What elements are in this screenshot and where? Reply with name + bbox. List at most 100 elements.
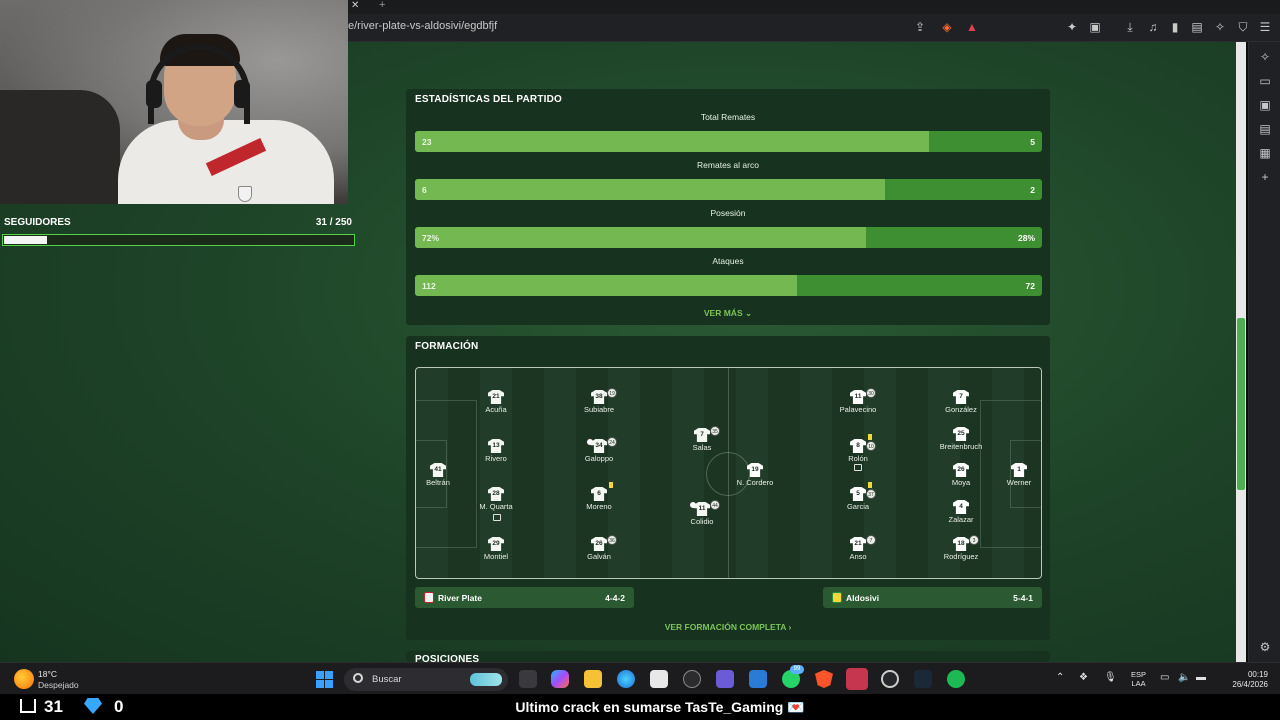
player-montiel[interactable]: 29 Montiel xyxy=(461,532,531,561)
player-moreno[interactable]: 6 Moreno xyxy=(564,482,634,511)
download-icon[interactable]: ⤓ xyxy=(1123,20,1137,34)
address-bar[interactable]: e/river-plate-vs-aldosivi/egdbfjf xyxy=(348,20,497,32)
chatgpt-icon[interactable] xyxy=(881,670,899,688)
positions-card: POSICIONES xyxy=(406,651,1050,662)
weather-temp[interactable]: 18°C xyxy=(38,669,57,679)
player-colidio[interactable]: 11 44 Colidio xyxy=(667,497,737,526)
shirt-icon: 34 xyxy=(591,439,607,453)
menu-icon[interactable]: ☰ xyxy=(1258,20,1272,34)
player-galvan[interactable]: 26 36 Galván xyxy=(564,532,634,561)
task-view-icon[interactable] xyxy=(519,670,537,688)
spotify-icon[interactable] xyxy=(947,670,965,688)
taskbar-search[interactable]: Buscar xyxy=(344,668,508,691)
home-team-box[interactable]: River Plate 4-4-2 xyxy=(415,587,634,608)
player-rivero[interactable]: 13 Rivero xyxy=(461,434,531,463)
copilot-icon[interactable] xyxy=(551,670,569,688)
shirt-icon: 8 xyxy=(850,439,866,453)
sub-minute-badge: 24 xyxy=(607,437,617,447)
leo-icon[interactable]: ✧ xyxy=(1258,50,1272,64)
vscode-icon[interactable] xyxy=(749,670,767,688)
shirt-icon: 13 xyxy=(488,439,504,453)
shirt-icon: 21 xyxy=(850,537,866,551)
edge-icon[interactable] xyxy=(617,670,635,688)
player-salas[interactable]: 7 35 Salas xyxy=(667,423,737,452)
search-highlight-icon xyxy=(470,673,502,686)
reading-list-icon[interactable]: ▦ xyxy=(1258,146,1272,160)
add-panel-icon[interactable]: + xyxy=(1258,170,1272,184)
microphone-icon[interactable]: 🎙 xyxy=(1104,672,1117,683)
weather-condition[interactable]: Despejado xyxy=(38,680,79,690)
wallet-icon[interactable]: ▤ xyxy=(1190,20,1204,34)
stat-label: Ataques xyxy=(712,256,744,266)
language-indicator[interactable]: ESP LAA xyxy=(1131,670,1146,688)
sub-minute-badge: 35 xyxy=(710,426,720,436)
rewards-icon[interactable]: ▲ xyxy=(965,20,979,34)
player-gonzalez[interactable]: 7 González xyxy=(926,385,996,414)
shirt-icon: 7 xyxy=(694,428,710,442)
followers-progress-bar xyxy=(2,234,355,246)
obs-icon[interactable] xyxy=(846,668,868,690)
player-werner[interactable]: 1 Werner xyxy=(984,458,1041,487)
jersey-crest-icon xyxy=(238,186,252,202)
brave-icon[interactable] xyxy=(815,670,833,688)
store-icon[interactable] xyxy=(650,670,668,688)
stat-home-value: 6 xyxy=(422,185,427,195)
player-subiabre[interactable]: 38 19 Subiabre xyxy=(564,385,634,414)
player-acuna[interactable]: 21 Acuña xyxy=(461,385,531,414)
sub-minute-badge: 36 xyxy=(607,535,617,545)
home-team-formation: 4-4-2 xyxy=(605,593,625,603)
ver-mas-link[interactable]: VER MÁS ⌄ xyxy=(406,308,1050,319)
side-panel: ✧ ▭ ▣ ▤ ▦ + ⚙ xyxy=(1248,42,1280,662)
dropbox-icon[interactable]: ❖ xyxy=(1079,672,1088,683)
player-galoppo[interactable]: 34 24 Galoppo xyxy=(564,434,634,463)
extensions-icon[interactable]: ✦ xyxy=(1065,20,1079,34)
tab-close-icon[interactable]: ✕ xyxy=(351,0,359,11)
pitch: 41 Beltrán 21 Acuña 13 Rivero 28 M. Quar… xyxy=(415,367,1042,579)
weather-icon[interactable] xyxy=(14,669,34,689)
home-team-name: River Plate xyxy=(438,593,482,603)
player-zalazar[interactable]: 4 Zalazar xyxy=(926,495,996,524)
battery-icon[interactable]: ▬ xyxy=(1196,672,1206,683)
shirt-icon: 11 xyxy=(694,502,710,516)
headset-earcup xyxy=(146,80,162,108)
new-tab-icon[interactable]: + xyxy=(379,0,385,11)
sidebar-toggle-icon[interactable]: ▮ xyxy=(1168,20,1182,34)
teams-icon[interactable] xyxy=(716,670,734,688)
music-icon[interactable]: ♫ xyxy=(1146,20,1160,34)
player-anso[interactable]: 21 7 Anso xyxy=(823,532,893,561)
steam-icon[interactable] xyxy=(914,670,932,688)
sub-minute-badge: 19 xyxy=(607,388,617,398)
player-rodriguez[interactable]: 18 3 Rodríguez xyxy=(926,532,996,561)
clock[interactable]: 00:19 26/4/2026 xyxy=(1222,670,1268,690)
stat-bar: 112 72 xyxy=(415,275,1042,296)
brave-shield-icon[interactable]: ◈ xyxy=(940,20,954,34)
epic-icon[interactable] xyxy=(683,670,701,688)
ai-icon[interactable]: ✧ xyxy=(1213,20,1227,34)
tray-overflow-icon[interactable]: ⌃ xyxy=(1056,672,1064,683)
vpn-icon[interactable]: ⛉ xyxy=(1236,20,1250,34)
shirt-icon: 28 xyxy=(488,487,504,501)
wallet-side-icon[interactable]: ▭ xyxy=(1258,74,1272,88)
shirt-icon: 5 xyxy=(850,487,866,501)
display-icon[interactable]: ▭ xyxy=(1160,672,1169,683)
settings-gear-icon[interactable]: ⚙ xyxy=(1258,640,1272,654)
sub-minute-badge: 44 xyxy=(710,500,720,510)
player-breitenbruch[interactable]: 25 Breitenbruch xyxy=(926,422,996,451)
scrollbar-thumb[interactable] xyxy=(1237,318,1245,490)
stat-away-value: 5 xyxy=(1030,137,1035,147)
player-palavecino[interactable]: 11 30 Palavecino xyxy=(823,385,893,414)
volume-icon[interactable]: 🔈 xyxy=(1178,672,1190,683)
file-explorer-icon[interactable] xyxy=(584,670,602,688)
bookmarks-side-icon[interactable]: ▤ xyxy=(1258,122,1272,136)
screenshot-icon[interactable]: ▣ xyxy=(1088,20,1102,34)
share-icon[interactable]: ⇪ xyxy=(913,20,927,34)
player-garcia[interactable]: 5 37 Garcia xyxy=(823,482,893,511)
player-n-cordero[interactable]: 19 N. Cordero xyxy=(720,458,790,487)
player-rolon[interactable]: 8 10 Rolón xyxy=(823,434,893,471)
away-team-box[interactable]: Aldosivi 5-4-1 xyxy=(823,587,1042,608)
player-m-quarta[interactable]: 28 M. Quarta xyxy=(461,482,531,521)
windows-start-icon[interactable] xyxy=(316,671,333,688)
ver-formacion-completa-link[interactable]: VER FORMACIÓN COMPLETA › xyxy=(406,622,1050,632)
player-name: Galván xyxy=(587,552,611,561)
tabs-side-icon[interactable]: ▣ xyxy=(1258,98,1272,112)
